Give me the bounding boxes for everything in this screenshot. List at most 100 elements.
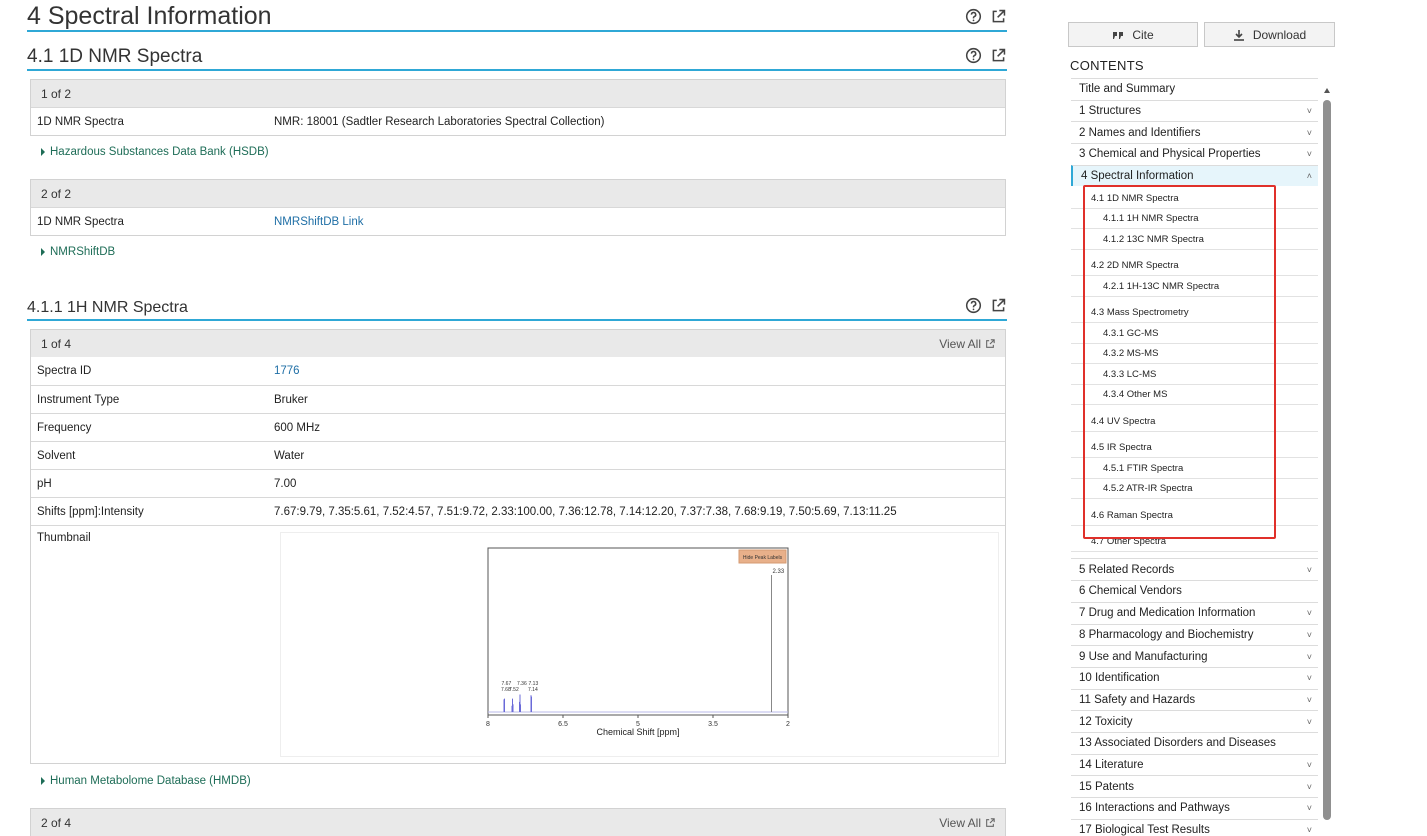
source-label[interactable]: NMRShiftDB <box>50 246 115 258</box>
toc-item[interactable]: 6 Chemical Vendors <box>1071 580 1318 602</box>
toc-item[interactable]: 17 Biological Test Results ˅ <box>1071 818 1318 836</box>
toc-item[interactable]: 8 Pharmacology and Biochemistry ˅ <box>1071 623 1318 646</box>
chevron-down-icon[interactable]: ˅ <box>1307 782 1312 792</box>
toc-item[interactable]: 11 Safety and Hazards ˅ <box>1071 688 1318 711</box>
download-label[interactable]: Download <box>1253 28 1306 42</box>
toc-subitem[interactable]: 4.2.1 1H-13C NMR Spectra <box>1071 276 1318 297</box>
source-link[interactable]: NMRShiftDB <box>41 246 115 258</box>
toc-item[interactable]: 7 Drug and Medication Information ˅ <box>1071 601 1318 624</box>
hide-peak-labels-label[interactable]: Hide Peak Labels <box>743 555 783 561</box>
toc-subitem[interactable]: 4.2 2D NMR Spectra <box>1071 256 1318 277</box>
toc-subitem[interactable]: 4.3.3 LC-MS <box>1071 364 1318 385</box>
scroll-up-arrow-icon[interactable] <box>1324 88 1330 93</box>
toc-item[interactable]: 12 Toxicity ˅ <box>1071 710 1318 732</box>
toc-subitem[interactable]: 4.6 Raman Spectra <box>1071 505 1318 526</box>
caret-right-icon <box>41 777 45 785</box>
toc-item-label[interactable]: 3 Chemical and Physical Properties <box>1079 148 1261 160</box>
source-label[interactable]: Human Metabolome Database (HMDB) <box>50 775 251 787</box>
toc-item-label[interactable]: 4 Spectral Information <box>1081 170 1194 182</box>
toc-item[interactable]: 3 Chemical and Physical Properties ˅ <box>1071 143 1318 165</box>
help-icon[interactable] <box>965 47 982 64</box>
toc-subitem[interactable]: 4.3.1 GC-MS <box>1071 323 1318 344</box>
panel-counter: 2 of 2 <box>41 186 72 201</box>
chevron-down-icon[interactable]: ˅ <box>1307 673 1312 683</box>
table-row: 1D NMR Spectra NMR: 18001 (Sadtler Resea… <box>31 107 1005 135</box>
source-label[interactable]: Hazardous Substances Data Bank (HSDB) <box>50 146 269 158</box>
toc-item-label[interactable]: 8 Pharmacology and Biochemistry <box>1079 629 1254 641</box>
contents-title: CONTENTS <box>1070 58 1144 73</box>
chevron-down-icon[interactable]: ˅ <box>1307 630 1312 640</box>
view-all-link[interactable]: View All <box>939 337 995 351</box>
toc-item-label[interactable]: 17 Biological Test Results <box>1079 824 1210 836</box>
chevron-down-icon[interactable]: ˅ <box>1307 608 1312 618</box>
help-icon[interactable] <box>965 8 982 25</box>
cite-label[interactable]: Cite <box>1132 28 1153 42</box>
toc-item-label[interactable]: Title and Summary <box>1079 83 1175 95</box>
view-all-link[interactable]: View All <box>939 816 995 830</box>
toc-item[interactable]: 1 Structures ˅ <box>1071 99 1318 122</box>
toc-item[interactable]: 10 Identification ˅ <box>1071 666 1318 689</box>
toc-item-label[interactable]: 2 Names and Identifiers <box>1079 127 1200 139</box>
toc-item-label[interactable]: 10 Identification <box>1079 672 1160 684</box>
toc-item[interactable]: 16 Interactions and Pathways ˅ <box>1071 797 1318 819</box>
toc-subitem[interactable]: 4.1.2 13C NMR Spectra <box>1071 229 1318 250</box>
row-value: Water <box>274 449 305 462</box>
view-all-label[interactable]: View All <box>939 816 981 830</box>
chevron-down-icon[interactable]: ˅ <box>1307 695 1312 705</box>
chevron-down-icon[interactable]: ˅ <box>1307 717 1312 727</box>
toc-subitem[interactable]: 4.1 1D NMR Spectra <box>1071 188 1318 209</box>
source-link[interactable]: Human Metabolome Database (HMDB) <box>41 775 251 787</box>
toc-item[interactable]: 4 Spectral Information ˄ <box>1071 164 1318 187</box>
toc-subitem[interactable]: 4.5.1 FTIR Spectra <box>1071 458 1318 479</box>
scrollbar-thumb[interactable] <box>1323 100 1331 820</box>
external-link-icon[interactable] <box>990 297 1007 314</box>
toc-item[interactable]: 2 Names and Identifiers ˅ <box>1071 121 1318 143</box>
toc-subitem[interactable]: 4.7 Other Spectra <box>1071 532 1318 553</box>
chevron-down-icon[interactable]: ˅ <box>1307 149 1312 159</box>
row-value: Bruker <box>274 393 308 406</box>
spectrum-thumbnail[interactable]: 2.33 7.68 7.67 7.52 7.36 7.14 7.13 8 6.5 5 3.5 2 Che… <box>280 532 999 757</box>
toc-subitem[interactable]: 4.4 UV Spectra <box>1071 411 1318 432</box>
external-link-icon[interactable] <box>990 47 1007 64</box>
toc-item-label[interactable]: 14 Literature <box>1079 759 1144 771</box>
chevron-down-icon[interactable]: ˅ <box>1307 825 1312 835</box>
toc-subitem[interactable]: 4.1.1 1H NMR Spectra <box>1071 209 1318 230</box>
toc-item-label[interactable]: 11 Safety and Hazards <box>1079 694 1195 706</box>
chevron-up-icon[interactable]: ˄ <box>1307 171 1312 181</box>
chevron-down-icon[interactable]: ˅ <box>1307 760 1312 770</box>
help-icon[interactable] <box>965 297 982 314</box>
chevron-down-icon[interactable]: ˅ <box>1307 803 1312 813</box>
toc-item[interactable]: 15 Patents ˅ <box>1071 775 1318 797</box>
cite-button[interactable]: Cite <box>1068 22 1198 47</box>
chevron-down-icon[interactable]: ˅ <box>1307 565 1312 575</box>
chevron-down-icon[interactable]: ˅ <box>1307 106 1312 116</box>
toc-item-label[interactable]: 12 Toxicity <box>1079 716 1132 728</box>
toc-item-label[interactable]: 5 Related Records <box>1079 564 1174 576</box>
chevron-down-icon[interactable]: ˅ <box>1307 128 1312 138</box>
toc-subitem[interactable]: 4.5 IR Spectra <box>1071 438 1318 459</box>
toc-item-label[interactable]: 6 Chemical Vendors <box>1079 585 1182 597</box>
toc-item-label[interactable]: 9 Use and Manufacturing <box>1079 651 1208 663</box>
toc-item-label[interactable]: 16 Interactions and Pathways <box>1079 802 1230 814</box>
toc-item-label[interactable]: 13 Associated Disorders and Diseases <box>1079 737 1276 749</box>
toc-subitem[interactable]: 4.3 Mass Spectrometry <box>1071 303 1318 324</box>
toc-subitem[interactable]: 4.3.4 Other MS <box>1071 385 1318 406</box>
download-button[interactable]: Download <box>1204 22 1335 47</box>
toc-subitem[interactable]: 4.5.2 ATR-IR Spectra <box>1071 479 1318 500</box>
spectra-id-link[interactable]: 1776 <box>274 365 1005 377</box>
toc-item[interactable]: 13 Associated Disorders and Diseases <box>1071 731 1318 754</box>
toc-item[interactable]: 9 Use and Manufacturing ˅ <box>1071 645 1318 667</box>
chevron-down-icon[interactable]: ˅ <box>1307 652 1312 662</box>
toc-item-label[interactable]: 15 Patents <box>1079 781 1134 793</box>
toc-item-label[interactable]: 7 Drug and Medication Information <box>1079 607 1255 619</box>
toc-subitem[interactable]: 4.3.2 MS-MS <box>1071 344 1318 365</box>
view-all-label[interactable]: View All <box>939 337 981 351</box>
external-link-icon[interactable] <box>990 8 1007 25</box>
toc-item[interactable]: 5 Related Records ˅ <box>1071 558 1318 580</box>
toc-item-label[interactable]: 1 Structures <box>1079 105 1141 117</box>
toc-item[interactable]: Title and Summary <box>1071 78 1318 100</box>
nmrshiftdb-link[interactable]: NMRShiftDB Link <box>274 216 1005 228</box>
peak-label: 7.52 <box>509 687 519 693</box>
toc-item[interactable]: 14 Literature ˅ <box>1071 753 1318 776</box>
source-link[interactable]: Hazardous Substances Data Bank (HSDB) <box>41 146 269 158</box>
